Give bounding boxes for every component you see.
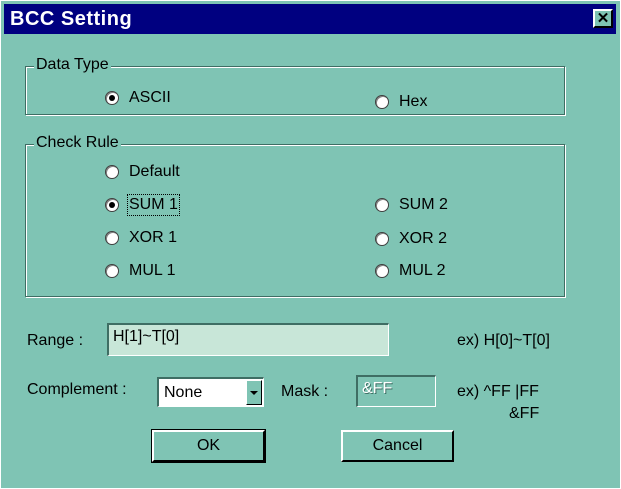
radio-indicator — [105, 91, 119, 105]
mask-label: Mask : — [281, 383, 329, 400]
radio-default-label: Default — [129, 163, 180, 180]
radio-mul2[interactable]: MUL 2 — [375, 262, 446, 280]
radio-indicator — [375, 232, 389, 246]
radio-indicator — [105, 264, 119, 278]
radio-xor2-label: XOR 2 — [399, 230, 448, 247]
mask-example-and: &FF — [509, 405, 540, 422]
radio-indicator — [375, 264, 389, 278]
radio-indicator — [105, 198, 119, 212]
radio-hex[interactable]: Hex — [375, 93, 427, 111]
radio-sum2-label: SUM 2 — [399, 196, 448, 213]
radio-indicator — [105, 231, 119, 245]
radio-mul1-label: MUL 1 — [129, 262, 176, 279]
title-bar[interactable]: BCC Setting ✕ — [4, 4, 616, 34]
radio-ascii[interactable]: ASCII — [105, 89, 171, 107]
radio-hex-label: Hex — [399, 93, 428, 110]
radio-default[interactable]: Default — [105, 163, 180, 181]
range-input[interactable]: H[1]~T[0] — [107, 323, 389, 356]
ok-button[interactable]: OK — [151, 429, 266, 463]
window-title: BCC Setting — [10, 8, 133, 30]
range-label: Range : — [27, 332, 84, 349]
range-example: ex) H[0]~T[0] — [457, 332, 550, 349]
complement-dropdown[interactable]: None — [157, 377, 264, 407]
radio-sum2[interactable]: SUM 2 — [375, 196, 448, 214]
complement-label: Complement : — [27, 381, 127, 398]
radio-sum1[interactable]: SUM 1 — [105, 194, 180, 216]
chevron-down-icon[interactable] — [246, 380, 262, 405]
cancel-button[interactable]: Cancel — [341, 430, 454, 462]
radio-indicator — [105, 165, 119, 179]
check-rule-label: Check Rule — [34, 134, 121, 152]
mask-example: ex) ^FF |FF — [457, 383, 539, 400]
close-button[interactable]: ✕ — [593, 9, 613, 28]
radio-indicator — [375, 198, 389, 212]
radio-xor1[interactable]: XOR 1 — [105, 229, 177, 247]
radio-ascii-label: ASCII — [129, 89, 171, 106]
radio-xor1-label: XOR 1 — [129, 229, 178, 246]
close-icon: ✕ — [596, 10, 610, 27]
radio-indicator — [375, 95, 389, 109]
bcc-setting-dialog: BCC Setting ✕ Data Type ASCII Hex Check … — [0, 0, 621, 489]
radio-mul1[interactable]: MUL 1 — [105, 262, 176, 280]
radio-sum1-label: SUM 1 — [127, 194, 180, 216]
mask-input[interactable]: &FF — [356, 375, 436, 407]
radio-xor2[interactable]: XOR 2 — [375, 230, 447, 248]
data-type-label: Data Type — [34, 56, 111, 74]
radio-mul2-label: MUL 2 — [399, 262, 446, 279]
complement-selected-value: None — [164, 384, 203, 401]
